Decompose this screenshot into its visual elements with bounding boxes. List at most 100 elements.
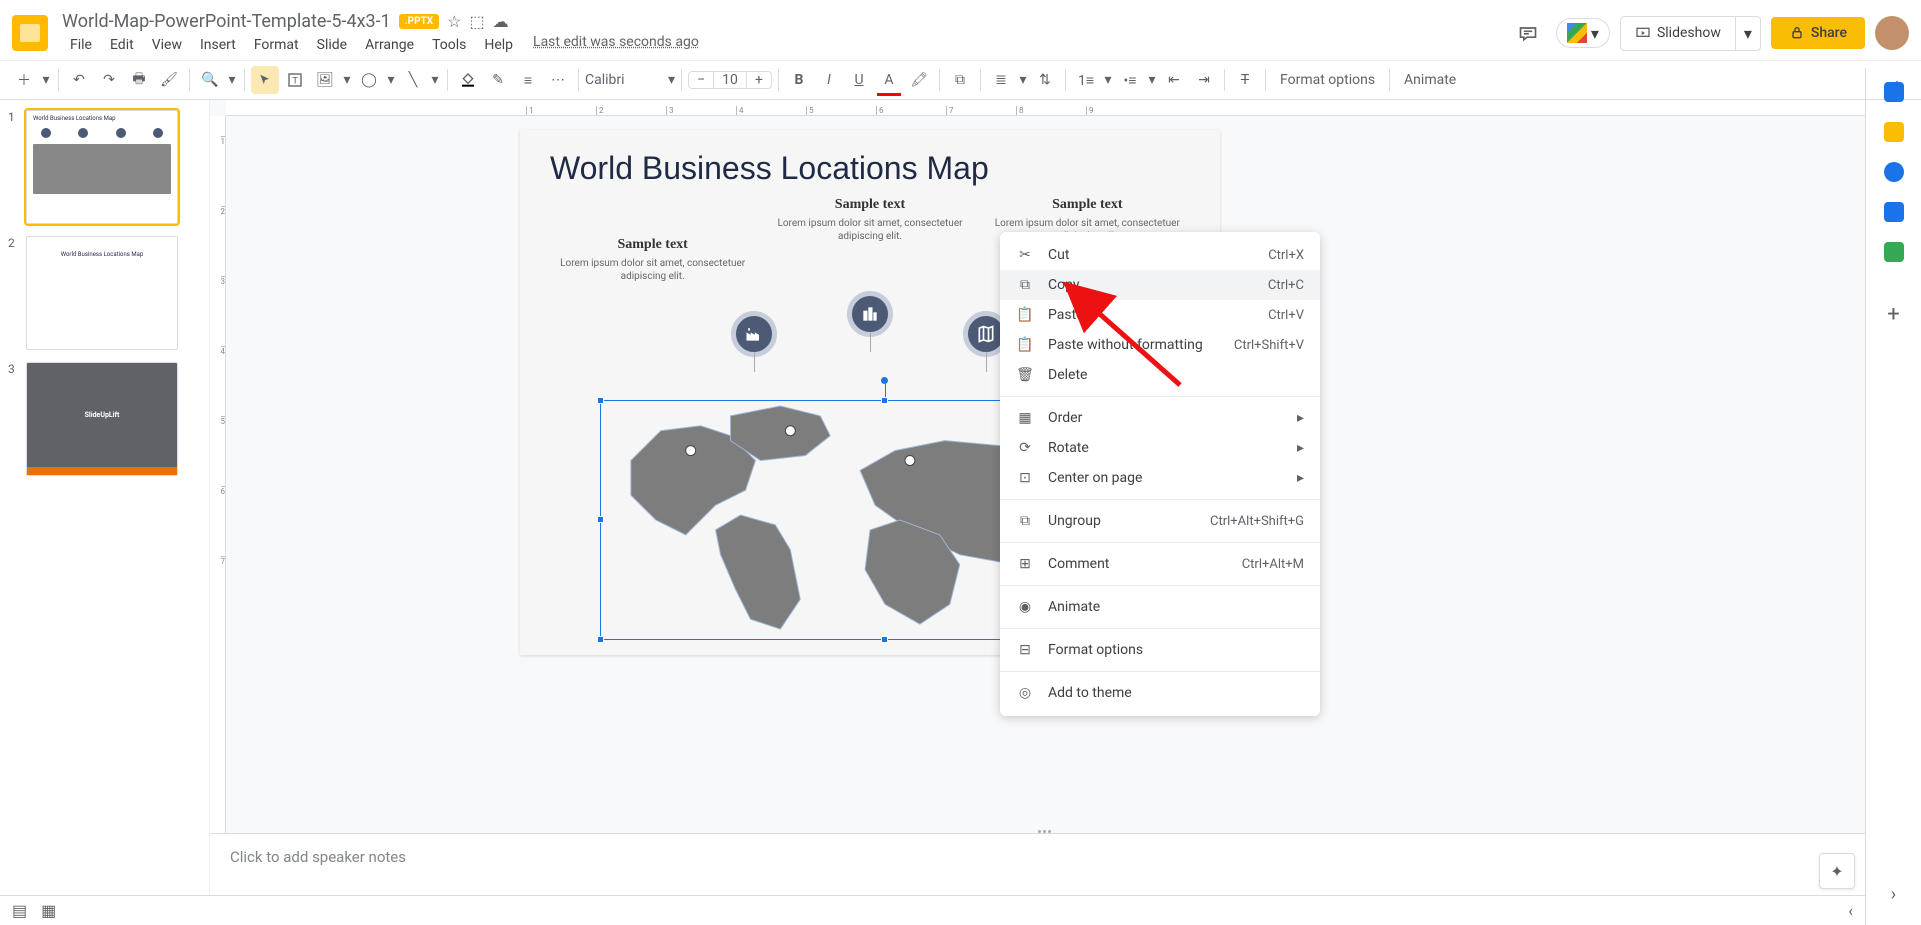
image-dropdown[interactable]: ▾ <box>341 66 353 94</box>
zoom-dropdown[interactable]: ▾ <box>226 66 238 94</box>
factory-pin-icon[interactable] <box>731 311 777 357</box>
last-edit-link[interactable]: Last edit was seconds ago <box>533 34 699 56</box>
ctx-paste-wo[interactable]: 📋 Paste without formattingCtrl+Shift+V <box>1000 330 1320 360</box>
cloud-status-icon[interactable]: ☁ <box>493 12 509 31</box>
document-title[interactable]: World-Map-PowerPoint-Template-5-4x3-1 <box>62 11 391 32</box>
tasks-icon[interactable] <box>1884 162 1904 182</box>
line-dropdown[interactable]: ▾ <box>429 66 441 94</box>
underline-button[interactable]: U <box>845 66 873 94</box>
menu-view[interactable]: View <box>144 34 190 56</box>
indent-button[interactable]: ⇥ <box>1190 66 1218 94</box>
border-color-button[interactable]: ✎ <box>484 66 512 94</box>
fill-color-button[interactable] <box>454 66 482 94</box>
link-button[interactable]: ⧉ <box>946 66 974 94</box>
filmstrip[interactable]: 1 World Business Locations Map 2 World B… <box>0 100 210 895</box>
select-tool[interactable] <box>251 66 279 94</box>
explore-button[interactable]: ✦ <box>1819 853 1855 889</box>
menu-edit[interactable]: Edit <box>102 34 142 56</box>
rotate-handle[interactable] <box>881 377 888 384</box>
format-options-button[interactable]: Format options <box>1272 68 1383 92</box>
sample-text-body[interactable]: Lorem ipsum dolor sit amet, consectetuer… <box>550 257 755 283</box>
border-dash-button[interactable]: ⋯ <box>544 66 572 94</box>
add-on-plus-icon[interactable]: + <box>1887 302 1899 327</box>
bold-button[interactable]: B <box>785 66 813 94</box>
outdent-button[interactable]: ⇤ <box>1160 66 1188 94</box>
maps-icon[interactable] <box>1884 242 1904 262</box>
ctx-ungroup[interactable]: ⧉ UngroupCtrl+Alt+Shift+G <box>1000 506 1320 536</box>
menu-file[interactable]: File <box>62 34 100 56</box>
grid-view-icon[interactable]: ▦ <box>41 901 56 920</box>
resize-handle[interactable] <box>597 636 604 643</box>
font-size-increase[interactable]: + <box>747 72 771 88</box>
menu-format[interactable]: Format <box>246 34 307 56</box>
sample-text-heading[interactable]: Sample text <box>767 197 972 213</box>
star-icon[interactable]: ☆ <box>447 12 461 31</box>
ctx-animate[interactable]: ◉ Animate <box>1000 592 1320 622</box>
zoom-button[interactable]: 🔍 <box>196 66 224 94</box>
align-dropdown[interactable]: ▾ <box>1017 66 1029 94</box>
redo-button[interactable]: ↷ <box>95 66 123 94</box>
textbox-tool[interactable]: T <box>281 66 309 94</box>
slide-title[interactable]: World Business Locations Map <box>550 150 1190 187</box>
highlight-button[interactable]: 🖍 <box>905 66 933 94</box>
ctx-center[interactable]: ⊡ Center on page▸ <box>1000 463 1320 493</box>
ctx-rotate[interactable]: ⟳ Rotate▸ <box>1000 433 1320 463</box>
meet-button[interactable]: ▾ <box>1556 18 1610 48</box>
menu-tools[interactable]: Tools <box>424 34 474 56</box>
undo-button[interactable]: ↶ <box>65 66 93 94</box>
text-color-button[interactable]: A <box>875 66 903 94</box>
buildings-pin-icon[interactable] <box>847 291 893 337</box>
collapse-filmstrip-icon[interactable]: ‹ <box>1848 901 1853 920</box>
new-slide-button[interactable]: ＋ <box>10 66 38 94</box>
new-slide-dropdown[interactable]: ▾ <box>40 66 52 94</box>
menu-arrange[interactable]: Arrange <box>357 34 422 56</box>
ctx-add-theme[interactable]: ◎ Add to theme <box>1000 678 1320 708</box>
border-weight-button[interactable]: ≡ <box>514 66 542 94</box>
menu-help[interactable]: Help <box>476 34 521 56</box>
numbered-list-dropdown[interactable]: ▾ <box>1102 66 1114 94</box>
shape-dropdown[interactable]: ▾ <box>385 66 397 94</box>
paint-format-button[interactable]: 🖌 <box>155 66 183 94</box>
ctx-format-options[interactable]: ⊟ Format options <box>1000 635 1320 665</box>
align-button[interactable]: ≣ <box>987 66 1015 94</box>
shape-tool[interactable]: ◯ <box>355 66 383 94</box>
font-size-input[interactable]: 10 <box>713 72 747 88</box>
slide-thumb-2[interactable]: World Business Locations Map <box>26 236 178 350</box>
slideshow-button[interactable]: Slideshow <box>1621 17 1735 50</box>
menu-insert[interactable]: Insert <box>192 34 244 56</box>
slideshow-dropdown[interactable]: ▾ <box>1735 17 1760 50</box>
contacts-icon[interactable] <box>1884 202 1904 222</box>
calendar-icon[interactable] <box>1884 82 1904 102</box>
font-select[interactable]: Calibri▾ <box>585 72 675 88</box>
share-button[interactable]: Share <box>1771 17 1865 49</box>
bulleted-list-button[interactable]: •≡ <box>1116 66 1144 94</box>
image-tool[interactable]: 🖼 <box>311 66 339 94</box>
ctx-paste[interactable]: 📋 PasteCtrl+V <box>1000 300 1320 330</box>
sample-text-heading[interactable]: Sample text <box>985 197 1190 213</box>
sample-text-heading[interactable]: Sample text <box>550 237 755 253</box>
slide-thumb-1[interactable]: World Business Locations Map <box>26 110 178 224</box>
account-avatar[interactable] <box>1875 16 1909 50</box>
ctx-delete[interactable]: 🗑 Delete <box>1000 360 1320 390</box>
ctx-copy[interactable]: ⧉ CopyCtrl+C <box>1000 270 1320 300</box>
font-size-decrease[interactable]: − <box>689 72 713 88</box>
speaker-notes[interactable]: Click to add speaker notes <box>210 833 1865 895</box>
slide-thumb-3[interactable]: SlideUpLift <box>26 362 178 476</box>
animate-button[interactable]: Animate <box>1396 68 1464 92</box>
comments-icon[interactable] <box>1510 15 1546 51</box>
ctx-cut[interactable]: ✂ CutCtrl+X <box>1000 240 1320 270</box>
filmstrip-view-icon[interactable]: ▤ <box>12 901 27 920</box>
resize-handle[interactable] <box>881 397 888 404</box>
italic-button[interactable]: I <box>815 66 843 94</box>
resize-handle[interactable] <box>597 516 604 523</box>
print-button[interactable]: 🖶 <box>125 66 153 94</box>
speaker-notes-placeholder[interactable]: Click to add speaker notes <box>230 848 406 866</box>
resize-handle[interactable] <box>597 397 604 404</box>
ctx-order[interactable]: ▦ Order▸ <box>1000 403 1320 433</box>
bulleted-list-dropdown[interactable]: ▾ <box>1146 66 1158 94</box>
clear-formatting-button[interactable]: T <box>1231 66 1259 94</box>
keep-icon[interactable] <box>1884 122 1904 142</box>
notes-resize-grip[interactable] <box>1038 830 1062 838</box>
hide-sidepanel-icon[interactable]: › <box>1891 884 1896 905</box>
numbered-list-button[interactable]: 1≡ <box>1072 66 1100 94</box>
